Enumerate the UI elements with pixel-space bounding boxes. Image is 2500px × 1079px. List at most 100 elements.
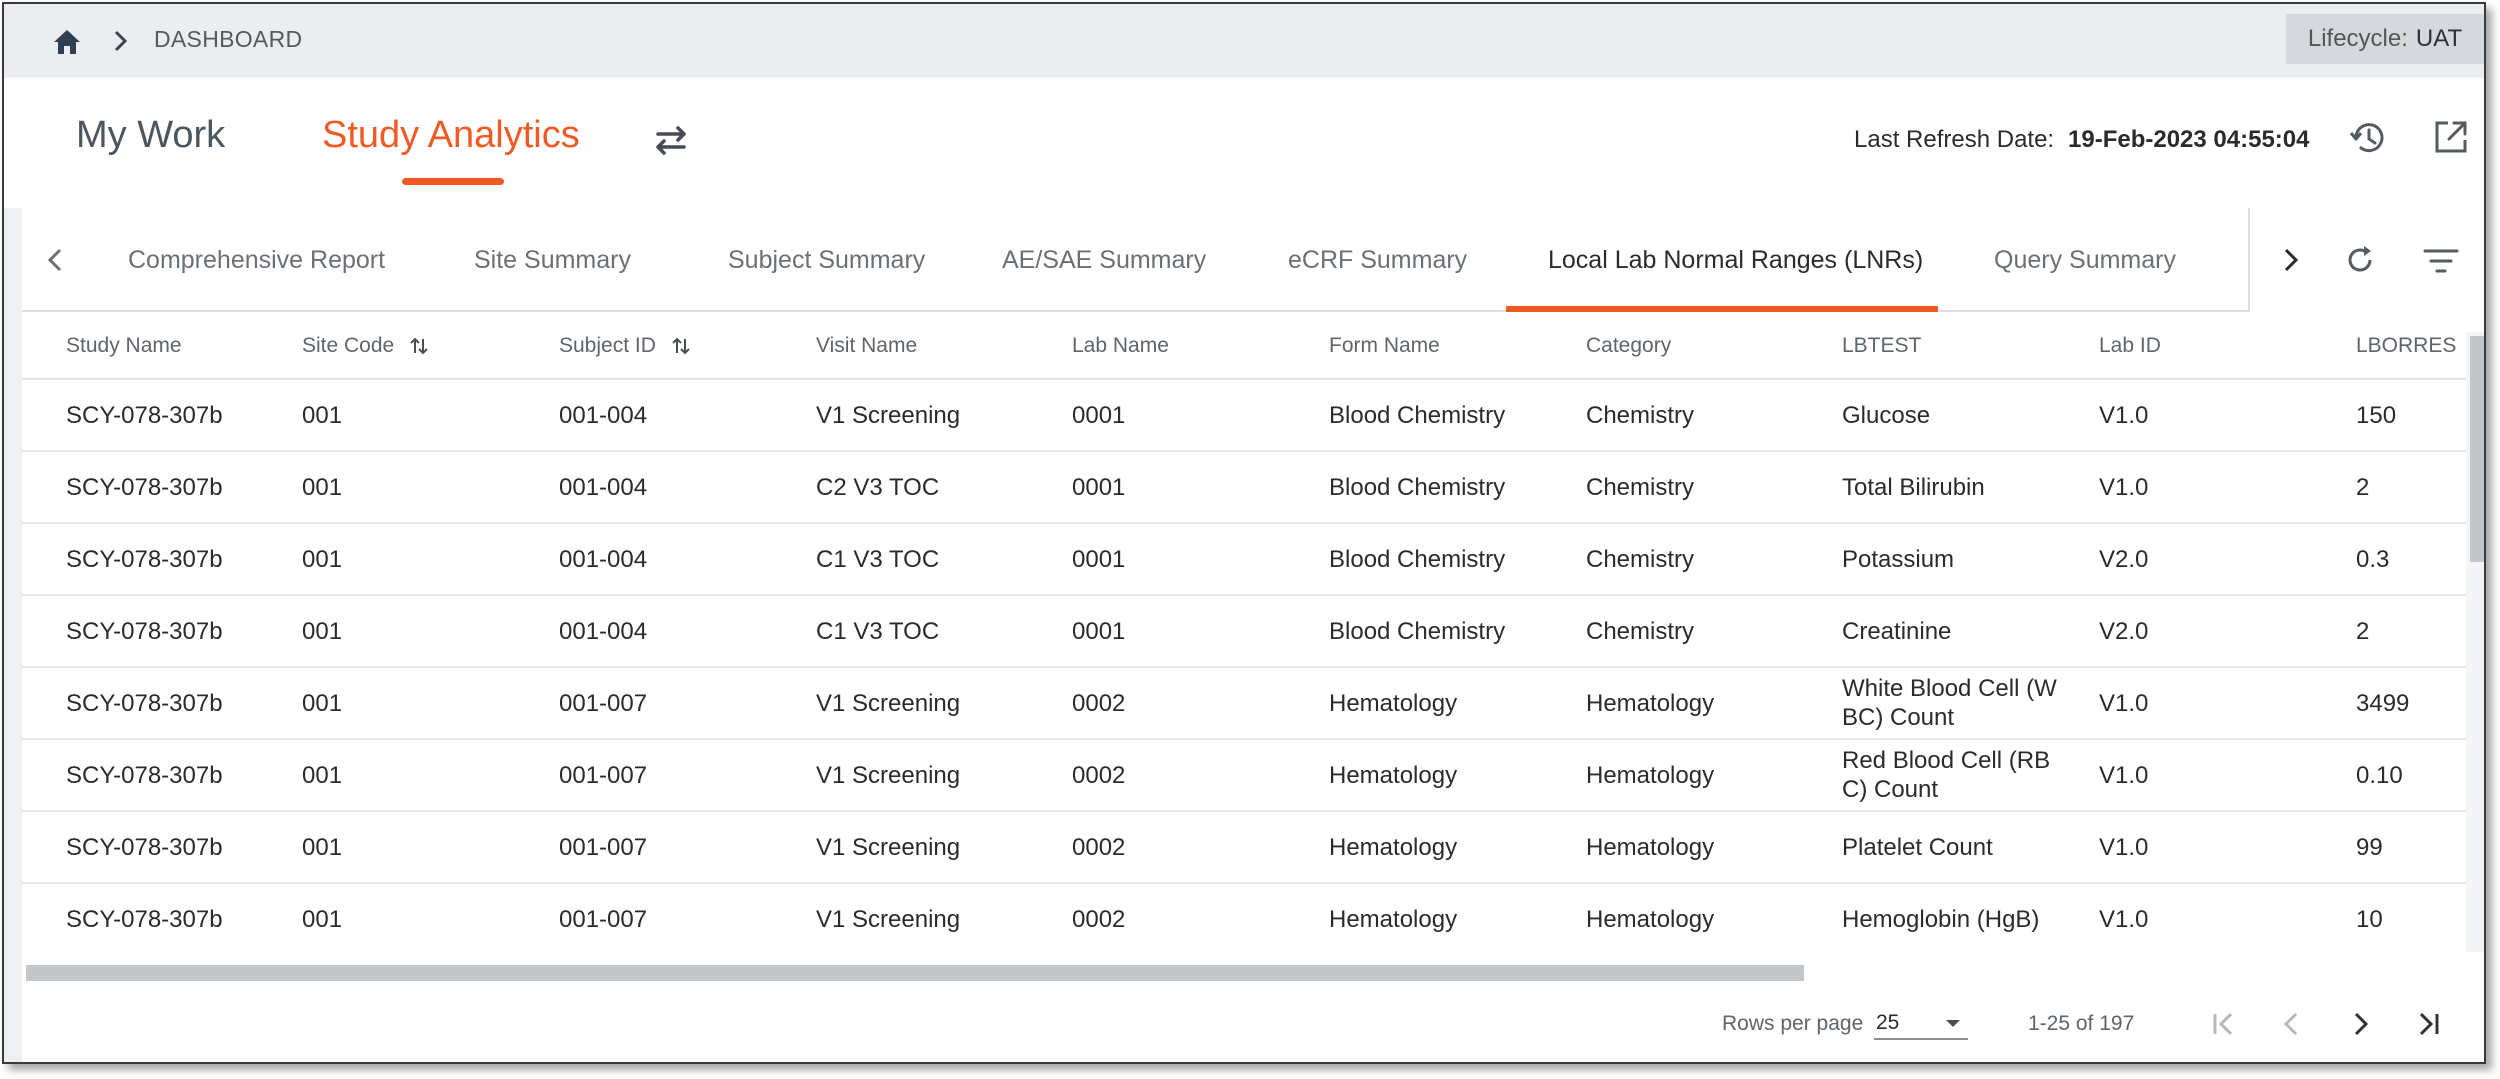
table-cell: SCY-078-307b (66, 617, 223, 645)
table-cell: 2 (2356, 473, 2370, 501)
tab-local-lab-normal-ranges[interactable]: Local Lab Normal Ranges (LNRs) (1548, 246, 1923, 275)
breadcrumb-dashboard[interactable]: DASHBOARD (154, 26, 302, 53)
column-header-label: Lab Name (1072, 334, 1169, 357)
table-cell: Blood Chemistry (1329, 545, 1506, 573)
column-header-sortable[interactable]: Site Code (302, 334, 428, 358)
lnr-table: Study Name Site Code Subject ID Visit Na… (22, 312, 2466, 952)
last-refresh-value: 19-Feb-2023 04:55:04 (2068, 126, 2310, 153)
table-cell: 0001 (1072, 401, 1126, 429)
rows-per-page-select[interactable]: 25 (1874, 1008, 1968, 1040)
table-cell: C1 V3 TOC (816, 617, 940, 645)
table-row[interactable]: SCY-078-307b 001 001-004 C1 V3 TOC 0001 Blood… (22, 596, 2466, 668)
vertical-scrollbar-thumb[interactable] (2470, 336, 2484, 562)
column-header[interactable]: Visit Name (816, 334, 917, 358)
table-cell: Hematology (1586, 905, 1715, 933)
tab-controls (2248, 208, 2484, 312)
column-header[interactable]: Form Name (1329, 334, 1440, 358)
column-header-label: Site Code (302, 334, 395, 357)
table-cell: 001-004 (559, 617, 648, 645)
open-external-icon[interactable] (2432, 118, 2470, 156)
next-page-icon[interactable] (2342, 1006, 2378, 1042)
table-row[interactable]: SCY-078-307b 001 001-007 V1 Screening 0002 He… (22, 812, 2466, 884)
tab-ae-sae-summary[interactable]: AE/SAE Summary (1002, 246, 1206, 275)
table-row[interactable]: SCY-078-307b 001 001-007 V1 Screening 0002 He… (22, 668, 2466, 740)
table-cell: 001 (302, 761, 343, 789)
tab-site-summary[interactable]: Site Summary (474, 246, 631, 275)
chevron-left-icon[interactable] (44, 244, 66, 276)
table-cell: 2 (2356, 617, 2370, 645)
column-header-label: LBORRES (2356, 334, 2457, 357)
column-header-label: Visit Name (816, 334, 918, 357)
pagination-bar: Rows per page 25 1-25 of 197 (22, 992, 2484, 1062)
table-cell: Hemoglobin (HgB) (1842, 905, 2040, 933)
table-cell: Red Blood Cell (RB C) Count (1842, 747, 2051, 803)
tab-my-work[interactable]: My Work (76, 114, 225, 157)
column-header[interactable]: Lab ID (2099, 334, 2161, 358)
table-cell: V1.0 (2099, 761, 2149, 789)
table-row[interactable]: SCY-078-307b 001 001-004 C1 V3 TOC 0001 Blood… (22, 524, 2466, 596)
column-header-label: Study Name (66, 334, 182, 357)
swap-icon[interactable] (650, 120, 692, 160)
table-cell: 0002 (1072, 905, 1126, 933)
table-cell: 001-004 (559, 473, 648, 501)
horizontal-scrollbar-thumb[interactable] (26, 965, 1804, 981)
history-icon[interactable] (2348, 118, 2388, 158)
chevron-right-icon[interactable] (2280, 244, 2302, 276)
first-page-icon[interactable] (2206, 1006, 2242, 1042)
table-cell: Chemistry (1586, 545, 1695, 573)
table-cell: 001 (302, 545, 343, 573)
table-cell: SCY-078-307b (66, 545, 223, 573)
column-header[interactable]: Category (1586, 334, 1671, 358)
chevron-right-icon (114, 30, 128, 52)
reload-icon[interactable] (2342, 242, 2378, 278)
column-header[interactable]: Study Name (66, 334, 182, 358)
column-header-label: Lab ID (2099, 334, 2161, 357)
table-cell: 001-007 (559, 689, 648, 717)
table-row[interactable]: SCY-078-307b 001 001-004 C2 V3 TOC 0001 Blood… (22, 452, 2466, 524)
table-cell: 0.3 (2356, 545, 2390, 573)
prev-page-icon[interactable] (2274, 1006, 2310, 1042)
table-cell: V1.0 (2099, 473, 2149, 501)
tab-subject-summary[interactable]: Subject Summary (728, 246, 925, 275)
report-panel: Comprehensive Report Site Summary Subjec… (22, 208, 2484, 1062)
table-cell: 001 (302, 689, 343, 717)
table-cell: Hematology (1329, 905, 1458, 933)
tab-study-analytics[interactable]: Study Analytics (322, 114, 580, 157)
table-cell: White Blood Cell (W BC) Count (1842, 675, 2057, 731)
column-header[interactable]: LBTEST (1842, 334, 1921, 358)
table-cell: 0002 (1072, 761, 1126, 789)
sort-icon[interactable] (672, 335, 690, 357)
last-refresh-label: Last Refresh Date: (1854, 126, 2055, 153)
table-cell: Chemistry (1586, 401, 1695, 429)
column-header[interactable]: LBORRES (2356, 334, 2456, 358)
table-cell: V1 Screening (816, 689, 961, 717)
tab-query-summary[interactable]: Query Summary (1994, 246, 2176, 275)
table-cell: 001-007 (559, 761, 648, 789)
home-icon[interactable] (52, 28, 82, 56)
table-cell: SCY-078-307b (66, 689, 223, 717)
table-cell: 0001 (1072, 473, 1126, 501)
filter-icon[interactable] (2422, 246, 2460, 276)
table-cell: 0.10 (2356, 761, 2403, 789)
table-cell: Creatinine (1842, 617, 1952, 645)
table-cell: 0002 (1072, 833, 1126, 861)
table-cell: V1 Screening (816, 833, 961, 861)
table-cell: Chemistry (1586, 473, 1695, 501)
table-cell: C2 V3 TOC (816, 473, 940, 501)
table-row[interactable]: SCY-078-307b 001 001-007 V1 Screening 0002 He… (22, 740, 2466, 812)
table-cell: 150 (2356, 401, 2397, 429)
sort-icon[interactable] (410, 335, 428, 357)
table-cell: Hematology (1586, 833, 1715, 861)
table-cell: 0002 (1072, 689, 1126, 717)
column-header-sortable[interactable]: Subject ID (559, 334, 690, 358)
table-cell: V2.0 (2099, 617, 2149, 645)
table-row[interactable]: SCY-078-307b 001 001-004 V1 Screening 0001 Bl… (22, 380, 2466, 452)
last-page-icon[interactable] (2410, 1006, 2446, 1042)
tab-comprehensive-report[interactable]: Comprehensive Report (128, 246, 385, 275)
column-header[interactable]: Lab Name (1072, 334, 1169, 358)
table-row[interactable]: SCY-078-307b 001 001-007 V1 Screening 0002 He… (22, 884, 2466, 952)
report-tabs: Comprehensive Report Site Summary Subjec… (22, 208, 2484, 312)
table-cell: Hematology (1329, 761, 1458, 789)
tab-ecrf-summary[interactable]: eCRF Summary (1288, 246, 1467, 275)
table-cell: V1 Screening (816, 905, 961, 933)
